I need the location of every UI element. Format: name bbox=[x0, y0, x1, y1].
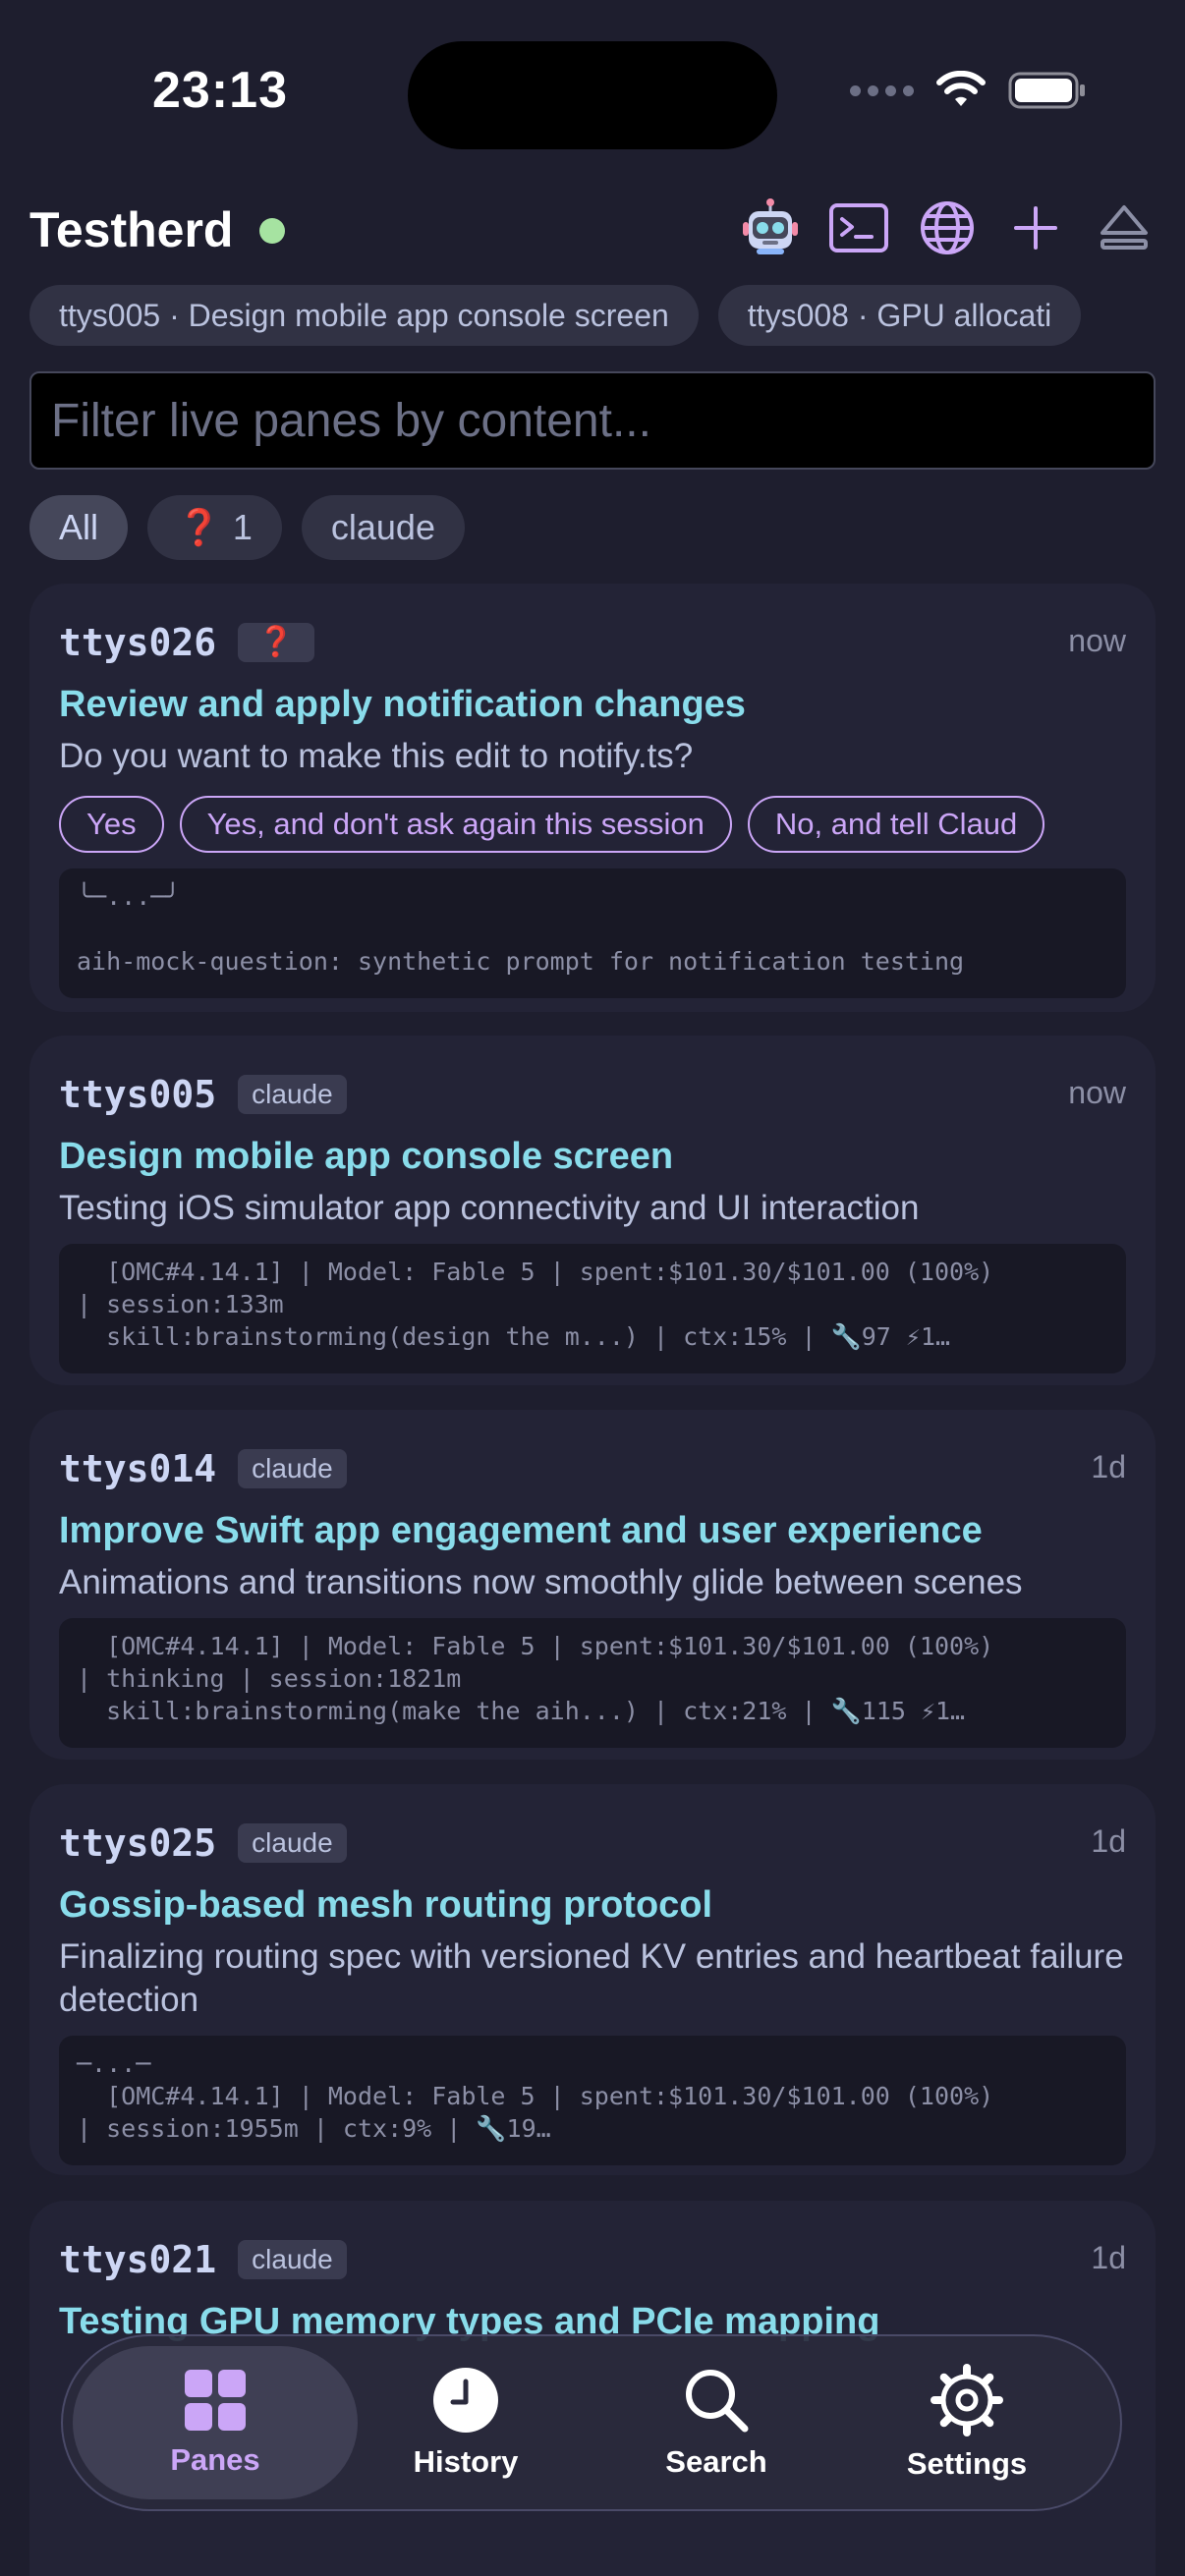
robot-icon[interactable] bbox=[739, 196, 802, 259]
status-bar: 23:13 bbox=[0, 0, 1185, 196]
pane-tty: ttys021 bbox=[59, 2238, 217, 2281]
pane-subtitle: Do you want to make this edit to notify.… bbox=[59, 737, 694, 775]
session-chip[interactable]: ttys005 · Design mobile app console scre… bbox=[29, 285, 699, 346]
pane-tty: ttys014 bbox=[59, 1447, 217, 1490]
pane-tty: ttys025 bbox=[59, 1821, 217, 1865]
cellular-signal-icon bbox=[850, 84, 914, 96]
app-screen: 23:13 Testherd ttys005 · Design mobile a… bbox=[0, 0, 1185, 2576]
eject-icon[interactable] bbox=[1093, 196, 1156, 259]
answer-options: Yes Yes, and don't ask again this session… bbox=[59, 796, 1126, 855]
header-toolbar bbox=[739, 196, 1156, 259]
pane-title: Gossip-based mesh routing protocol bbox=[59, 1884, 713, 1926]
status-icons bbox=[850, 71, 1087, 110]
pane-tty: ttys026 bbox=[59, 621, 217, 664]
session-chip[interactable]: ttys008 · GPU allocati bbox=[717, 285, 1082, 346]
tab-settings[interactable]: Settings bbox=[824, 2346, 1109, 2499]
agent-badge: claude bbox=[238, 1823, 347, 1863]
terminal-preview: ╰─...─╯ aih-mock-question: synthetic pro… bbox=[59, 868, 1126, 998]
pane-title: Design mobile app console screen bbox=[59, 1136, 674, 1177]
terminal-preview: ─...─ [OMC#4.14.1] | Model: Fable 5 | sp… bbox=[59, 2036, 1126, 2165]
agent-badge: claude bbox=[238, 2240, 347, 2279]
terminal-icon[interactable] bbox=[827, 196, 890, 259]
pane-time: 1d bbox=[1091, 1449, 1126, 1484]
tab-history-label: History bbox=[413, 2444, 519, 2479]
answer-yes-button[interactable]: Yes bbox=[59, 796, 164, 853]
question-badge: ❓ bbox=[238, 623, 314, 662]
pane-card[interactable]: ttys005 claude now Design mobile app con… bbox=[29, 1036, 1156, 1385]
tab-panes[interactable]: Panes bbox=[73, 2346, 358, 2499]
search-icon bbox=[686, 2370, 749, 2433]
answer-no-button[interactable]: No, and tell Claud bbox=[747, 796, 1045, 853]
pane-card[interactable]: ttys014 claude 1d Improve Swift app enga… bbox=[29, 1410, 1156, 1760]
bottom-tab-bar: Panes History Search Settings bbox=[61, 2334, 1122, 2511]
pane-card[interactable]: ttys026 ❓ now Review and apply notificat… bbox=[29, 584, 1156, 1012]
tab-search[interactable]: Search bbox=[574, 2346, 859, 2499]
tab-settings-label: Settings bbox=[906, 2446, 1028, 2481]
terminal-preview: [OMC#4.14.1] | Model: Fable 5 | spent:$1… bbox=[59, 1244, 1126, 1373]
gear-icon bbox=[931, 2364, 1003, 2436]
agent-badge: claude bbox=[238, 1075, 347, 1114]
pane-time: now bbox=[1068, 1075, 1126, 1110]
app-title: Testherd bbox=[29, 202, 234, 257]
filter-tab-claude[interactable]: claude bbox=[301, 495, 465, 560]
pane-tty: ttys005 bbox=[59, 1073, 217, 1116]
filter-tab-all[interactable]: All bbox=[29, 495, 129, 560]
pane-title: Review and apply notification changes bbox=[59, 684, 746, 725]
dynamic-island bbox=[408, 41, 777, 149]
pane-time: 1d bbox=[1091, 1823, 1126, 1859]
status-time: 23:13 bbox=[152, 62, 288, 119]
filter-tab-questions[interactable]: ❓ 1 bbox=[147, 495, 282, 560]
pane-title: Improve Swift app engagement and user ex… bbox=[59, 1510, 983, 1551]
connection-status-dot bbox=[259, 218, 285, 244]
filter-tabs: All ❓ 1 claude bbox=[29, 495, 465, 560]
tab-panes-label: Panes bbox=[170, 2442, 260, 2477]
battery-icon bbox=[1008, 72, 1085, 109]
panes-grid-icon bbox=[185, 2370, 246, 2431]
answer-yes-always-button[interactable]: Yes, and don't ask again this session bbox=[179, 796, 732, 853]
pane-time: now bbox=[1068, 623, 1126, 658]
wifi-icon bbox=[936, 71, 986, 106]
tab-search-label: Search bbox=[665, 2444, 767, 2479]
agent-badge: claude bbox=[238, 1449, 347, 1488]
filter-input[interactable] bbox=[29, 371, 1156, 470]
pane-time: 1d bbox=[1091, 2240, 1126, 2275]
pane-card[interactable]: ttys025 claude 1d Gossip-based mesh rout… bbox=[29, 1784, 1156, 2175]
pane-subtitle: Animations and transitions now smoothly … bbox=[59, 1563, 1023, 1601]
session-chips: ttys005 · Design mobile app console scre… bbox=[29, 285, 1185, 346]
plus-icon[interactable] bbox=[1004, 196, 1067, 259]
terminal-preview: [OMC#4.14.1] | Model: Fable 5 | spent:$1… bbox=[59, 1618, 1126, 1748]
question-icon: ❓ bbox=[177, 507, 221, 547]
globe-icon[interactable] bbox=[916, 196, 979, 259]
pane-subtitle: Finalizing routing spec with versioned K… bbox=[59, 1937, 1124, 2019]
pane-subtitle: Testing iOS simulator app connectivity a… bbox=[59, 1189, 920, 1227]
tab-history[interactable]: History bbox=[323, 2346, 608, 2499]
question-count: 1 bbox=[232, 507, 253, 547]
clock-icon bbox=[433, 2368, 498, 2433]
